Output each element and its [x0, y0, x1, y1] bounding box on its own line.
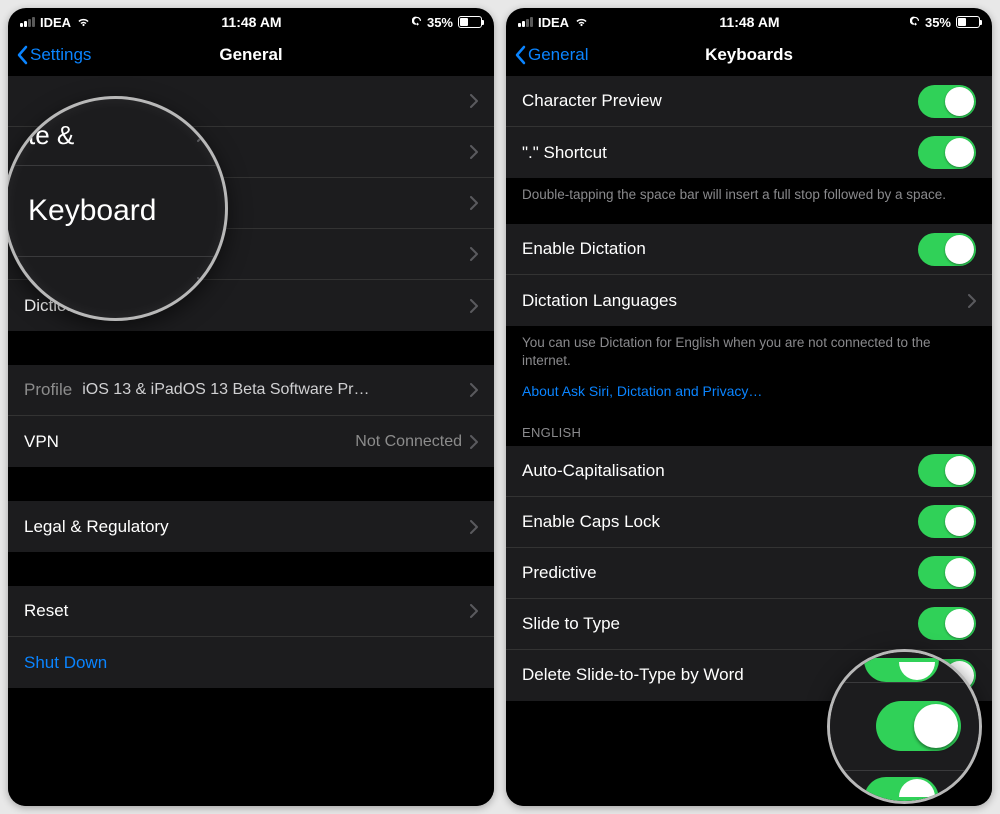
battery-percent-label: 35% [427, 15, 453, 30]
chevron-right-icon [470, 247, 478, 261]
status-bar: IDEA 11:48 AM 35% [8, 8, 494, 34]
toggle-character-preview[interactable] [918, 85, 976, 118]
row-label: Dictation Languages [522, 291, 968, 311]
dictation-footer-note: You can use Dictation for English when y… [506, 326, 992, 380]
row-label: Auto-Capitalisation [522, 461, 918, 481]
chevron-right-icon [470, 299, 478, 313]
signal-bars-icon [20, 17, 35, 27]
back-button-settings[interactable]: Settings [16, 45, 91, 65]
toggle-enable-caps-lock[interactable] [918, 505, 976, 538]
phone-right-keyboards: IDEA 11:48 AM 35% General Keyboards Char… [506, 8, 992, 806]
back-label: Settings [30, 45, 91, 65]
row-label: Profile [24, 380, 72, 400]
nav-bar: Settings General [8, 34, 494, 76]
row-shut-down[interactable]: Shut Down [8, 637, 494, 688]
wifi-icon [76, 16, 91, 28]
battery-percent-label: 35% [925, 15, 951, 30]
magnifier-slide-to-type-toggle [827, 649, 982, 804]
carrier-label: IDEA [538, 15, 569, 30]
magnified-toggle-slide-to-type [876, 701, 961, 751]
magnified-keyboard-label: Keyboard [28, 194, 205, 228]
row-enable-caps-lock[interactable]: Enable Caps Lock [506, 497, 992, 548]
row-dot-shortcut[interactable]: "." Shortcut [506, 127, 992, 178]
vpn-value: Not Connected [355, 433, 462, 451]
section-header-english: ENGLISH [506, 411, 992, 446]
page-title: Keyboards [705, 45, 793, 65]
chevron-right-icon [470, 196, 478, 210]
row-slide-to-type[interactable]: Slide to Type [506, 599, 992, 650]
row-auto-capitalisation[interactable]: Auto-Capitalisation [506, 446, 992, 497]
row-label: VPN [24, 432, 355, 452]
clock-label: 11:48 AM [719, 14, 779, 30]
magnified-partial-toggle-bot [864, 777, 939, 801]
chevron-right-icon [197, 128, 205, 142]
toggle-enable-dictation[interactable] [918, 233, 976, 266]
chevron-left-icon [16, 45, 28, 65]
row-predictive[interactable]: Predictive [506, 548, 992, 599]
chevron-right-icon [968, 294, 976, 308]
row-label: Legal & Regulatory [24, 517, 470, 537]
row-label: Enable Caps Lock [522, 512, 918, 532]
row-vpn[interactable]: VPN Not Connected [8, 416, 494, 467]
row-enable-dictation[interactable]: Enable Dictation [506, 224, 992, 275]
row-label: Shut Down [24, 653, 478, 673]
row-label: Reset [24, 601, 470, 621]
row-label: Slide to Type [522, 614, 918, 634]
toggle-slide-to-type[interactable] [918, 607, 976, 640]
status-bar: IDEA 11:48 AM 35% [506, 8, 992, 34]
orientation-lock-icon [412, 16, 422, 29]
nav-bar: General Keyboards [506, 34, 992, 76]
toggle-dot-shortcut[interactable] [918, 136, 976, 169]
toggle-auto-capitalisation[interactable] [918, 454, 976, 487]
battery-icon [956, 16, 980, 28]
carrier-label: IDEA [40, 15, 71, 30]
row-dictation-languages[interactable]: Dictation Languages [506, 275, 992, 326]
chevron-right-icon [470, 520, 478, 534]
magnified-partial-top: te & [28, 120, 197, 151]
back-label: General [528, 45, 588, 65]
row-label: Character Preview [522, 91, 918, 111]
chevron-right-icon [470, 435, 478, 449]
row-label: Predictive [522, 563, 918, 583]
row-profile[interactable]: Profile iOS 13 & iPadOS 13 Beta Software… [8, 365, 494, 416]
row-character-preview[interactable]: Character Preview [506, 76, 992, 127]
phone-left-general: IDEA 11:48 AM 35% Settings General [8, 8, 494, 806]
back-button-general[interactable]: General [514, 45, 588, 65]
orientation-lock-icon [910, 16, 920, 29]
battery-icon [458, 16, 482, 28]
row-legal[interactable]: Legal & Regulatory [8, 501, 494, 552]
chevron-right-icon [470, 94, 478, 108]
shortcut-footer-note: Double-tapping the space bar will insert… [506, 178, 992, 214]
chevron-right-icon [470, 145, 478, 159]
page-title: General [219, 45, 282, 65]
row-label: Enable Dictation [522, 239, 918, 259]
row-reset[interactable]: Reset [8, 586, 494, 637]
chevron-right-icon [470, 383, 478, 397]
chevron-left-icon [514, 45, 526, 65]
profile-value: iOS 13 & iPadOS 13 Beta Software Pr… [82, 381, 462, 399]
clock-label: 11:48 AM [221, 14, 281, 30]
toggle-predictive[interactable] [918, 556, 976, 589]
signal-bars-icon [518, 17, 533, 27]
siri-privacy-link[interactable]: About Ask Siri, Dictation and Privacy… [506, 381, 992, 411]
chevron-right-icon [470, 604, 478, 618]
chevron-right-icon [197, 277, 205, 291]
magnified-partial-toggle-top [864, 658, 939, 682]
row-label: "." Shortcut [522, 143, 918, 163]
wifi-icon [574, 16, 589, 28]
magnifier-keyboard: te & Keyboard [8, 96, 228, 321]
